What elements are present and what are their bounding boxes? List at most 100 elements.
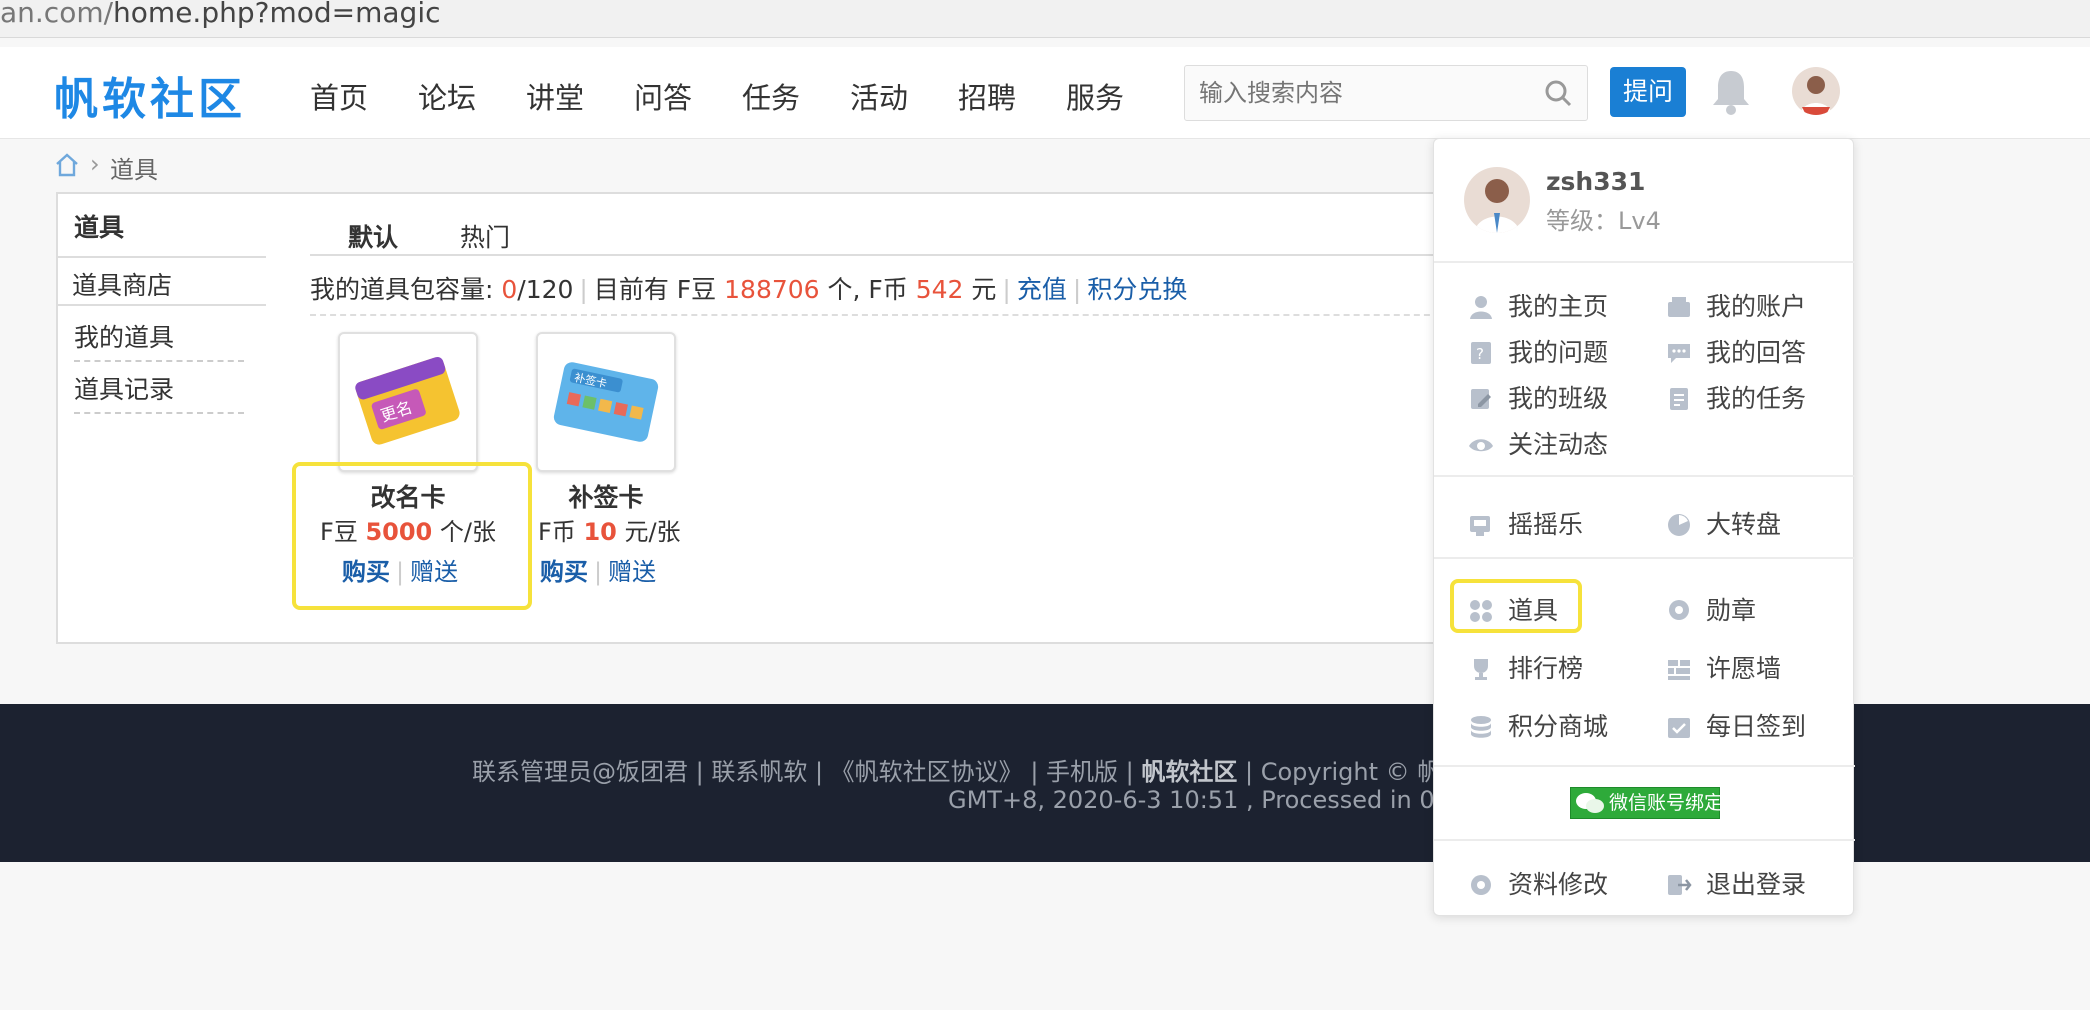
footer-timestamp: GMT+8, 2020-6-3 10:51 , Processed in 0.0 [948,786,1458,814]
capacity-used: 0 [501,275,518,304]
divider [74,412,244,414]
url-text[interactable]: an.com/home.php?mod=magic [0,0,441,29]
exchange-link[interactable]: 积分兑换 [1087,275,1187,304]
menu-my-tasks[interactable]: 我的任务 [1666,379,1806,415]
menu-logout[interactable]: 退出登录 [1666,865,1806,901]
wallet-icon [1668,297,1690,317]
sidebar-item-my-items[interactable]: 我的道具 [74,318,244,354]
menu-follow-feed[interactable]: 关注动态 [1468,425,1608,461]
search-box [1184,65,1588,121]
nav-jobs[interactable]: 招聘 [958,75,1016,117]
url-path: home.php?mod=magic [113,0,441,29]
menu-edit-profile[interactable]: 资料修改 [1468,865,1608,901]
trophy-icon [1474,659,1488,680]
site-logo[interactable]: 帆软社区 [54,63,246,127]
wechat-icon [1575,791,1605,824]
menu-daily-checkin[interactable]: 每日签到 [1666,707,1806,743]
ask-button[interactable]: 提问 [1610,67,1686,117]
user-avatar[interactable] [1792,67,1840,115]
search-input[interactable] [1197,74,1527,112]
menu-my-account[interactable]: 我的账户 [1666,287,1806,323]
calendar-check-icon [1668,718,1690,738]
sidebar-item-shop[interactable]: 道具商店 [58,256,266,306]
edit-icon [1471,389,1491,409]
divider [1434,261,1855,263]
nav-home[interactable]: 首页 [310,75,368,117]
balance-unit: 元 [963,275,997,304]
menu-wheel[interactable]: 大转盘 [1666,505,1781,541]
menu-my-answers[interactable]: 我的回答 [1666,333,1806,369]
nav-tasks[interactable]: 任务 [742,75,800,117]
gear-icon [1471,875,1491,895]
menu-ranking[interactable]: 排行榜 [1468,649,1583,685]
user-level: 等级：Lv4 [1546,207,1661,235]
nav-qa[interactable]: 问答 [634,75,692,117]
balance-mid: 个, F币 [819,275,916,304]
footer-brand[interactable]: 帆软社区 [1141,758,1237,786]
breadcrumb-current: 道具 [110,156,158,184]
footer-links: 联系管理员@饭团君 | 联系帆软 | 《帆软社区协议》 | 手机版 | 帆软社区… [472,752,1465,787]
footer-copyright: | Copyright © 帆软 [1237,758,1466,786]
nav-events[interactable]: 活动 [850,75,908,117]
divider [310,314,1460,316]
rename-card-image[interactable]: 更名 [338,332,478,472]
database-icon [1471,716,1491,738]
wechat-bind-label: 微信账号绑定 [1609,792,1724,814]
buy-button[interactable]: 购买 [540,558,588,586]
makeup-card-image[interactable]: 补签卡 [536,332,676,472]
slot-machine-icon [1470,516,1490,536]
user-avatar[interactable] [1464,167,1530,233]
main-panel: 道具 道具商店 我的道具 道具记录 默认 热门 我的道具包容量: 0/120 | 目… [56,192,1460,644]
menu-my-questions[interactable]: ? 我的问题 [1468,333,1608,369]
divider [1434,557,1855,559]
bag-info: 我的道具包容量: 0/120 | 目前有 F豆 188706 个, F币 542 元… [310,275,1188,304]
menu-wish-wall[interactable]: 许愿墙 [1666,649,1781,685]
svg-text:?: ? [1476,345,1484,363]
fbi-balance: 542 [915,275,964,304]
search-icon[interactable] [1543,78,1573,112]
menu-tools[interactable]: 道具 [1468,591,1558,627]
tab-default[interactable]: 默认 [348,218,398,254]
menu-points-mall[interactable]: 积分商城 [1468,707,1608,743]
item-price: F币 10 元/张 [538,518,681,546]
nav-lecture[interactable]: 讲堂 [526,75,584,117]
home-icon[interactable] [54,152,80,182]
tab-underline [310,254,1460,256]
wheel-icon [1668,514,1690,536]
nav-forum[interactable]: 论坛 [418,75,476,117]
footer-links-text[interactable]: 联系管理员@饭团君 | 联系帆软 | 《帆软社区协议》 | 手机版 | [472,758,1141,786]
bell-icon[interactable] [1710,67,1752,121]
url-domain: an.com/ [0,0,114,29]
username[interactable]: zsh331 [1546,167,1645,196]
tab-hot[interactable]: 热门 [460,218,510,254]
grid-icon [1470,600,1492,622]
gift-button[interactable]: 赠送 [608,558,656,586]
comment-icon [1668,344,1690,363]
item-actions: 购买 | 赠送 [540,558,657,586]
question-icon: ? [1471,342,1491,364]
item-name: 补签卡 [568,483,644,512]
menu-my-class[interactable]: 我的班级 [1468,379,1608,415]
sidebar-item-records[interactable]: 道具记录 [74,370,244,406]
menu-medals[interactable]: 勋章 [1666,591,1756,627]
sidebar-title: 道具 [74,213,125,242]
site-header: 帆软社区 首页 论坛 讲堂 问答 任务 活动 招聘 服务 提问 [0,47,2090,139]
wall-icon [1668,660,1690,680]
item-price-value: 10 [583,518,617,546]
wechat-bind-button[interactable]: 微信账号绑定 [1570,787,1724,819]
browser-url-bar[interactable]: an.com/home.php?mod=magic [0,0,2090,38]
task-icon [1670,388,1688,410]
capacity-total: /120 [517,275,574,304]
divider [1434,839,1855,841]
menu-shake[interactable]: 摇摇乐 [1468,505,1583,541]
nav-services[interactable]: 服务 [1066,75,1124,117]
fdou-balance: 188706 [724,275,820,304]
recharge-link[interactable]: 充值 [1017,275,1067,304]
divider [74,360,244,362]
user-icon [1470,296,1492,319]
divider [1434,475,1855,477]
logout-icon [1668,875,1692,895]
medal-icon [1669,600,1689,620]
balance-label: 目前有 F豆 [593,275,725,304]
menu-my-homepage[interactable]: 我的主页 [1468,287,1608,323]
